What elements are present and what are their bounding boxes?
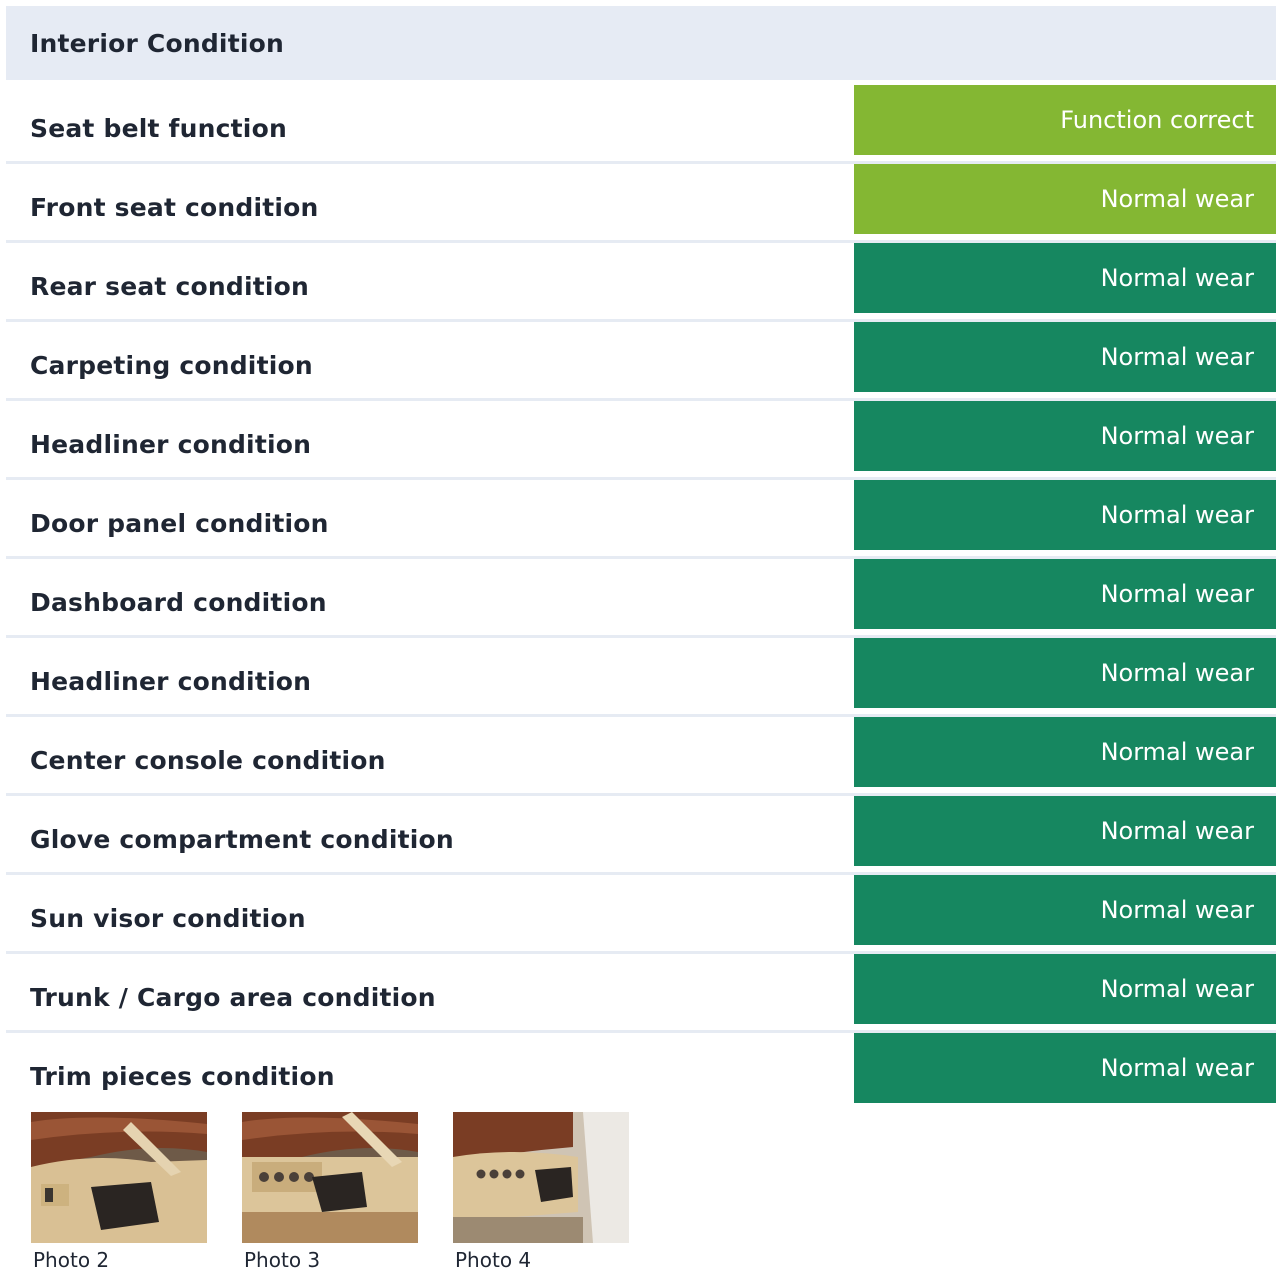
- condition-label: Sun visor condition: [30, 904, 306, 933]
- condition-status-badge: Normal wear: [854, 322, 1276, 392]
- photo-caption: Photo 3: [244, 1248, 321, 1272]
- condition-label: Trunk / Cargo area condition: [30, 983, 436, 1012]
- condition-row: Door panel condition Normal wear: [6, 480, 1276, 559]
- condition-row: Dashboard condition Normal wear: [6, 559, 1276, 638]
- condition-row: Rear seat condition Normal wear: [6, 243, 1276, 322]
- condition-row: Sun visor condition Normal wear: [6, 875, 1276, 954]
- photo-caption: Photo 4: [455, 1248, 532, 1272]
- condition-status-badge: Normal wear: [854, 559, 1276, 629]
- photo-thumbnail[interactable]: Photo 3: [242, 1112, 418, 1272]
- condition-status-badge: Normal wear: [854, 164, 1276, 234]
- condition-label: Front seat condition: [30, 193, 319, 222]
- condition-row: Headliner condition Normal wear: [6, 638, 1276, 717]
- photo-thumbnail[interactable]: Photo 4: [453, 1112, 629, 1272]
- condition-label: Dashboard condition: [30, 588, 327, 617]
- condition-label: Carpeting condition: [30, 351, 313, 380]
- condition-label: Rear seat condition: [30, 272, 310, 301]
- condition-status-badge: Normal wear: [854, 480, 1276, 550]
- condition-status-badge: Normal wear: [854, 243, 1276, 313]
- condition-status-badge: Normal wear: [854, 954, 1276, 1024]
- condition-row: Glove compartment condition Normal wear: [6, 796, 1276, 875]
- condition-status-badge: Function correct: [854, 85, 1276, 155]
- condition-row: Trunk / Cargo area condition Normal wear: [6, 954, 1276, 1033]
- photo-caption: Photo 2: [33, 1248, 110, 1272]
- condition-label: Headliner condition: [30, 667, 312, 696]
- condition-label: Door panel condition: [30, 509, 329, 538]
- section-title: Interior Condition: [30, 28, 284, 58]
- photo-thumbnail[interactable]: Photo 2: [31, 1112, 207, 1272]
- condition-row: Front seat condition Normal wear: [6, 164, 1276, 243]
- condition-row: Headliner condition Normal wear: [6, 401, 1276, 480]
- condition-label: Trim pieces condition: [30, 1062, 335, 1091]
- condition-list: Seat belt function Function correct Front …: [6, 85, 1276, 1109]
- photo-gallery: Photo 2 Photo 3 Photo 4: [31, 1112, 629, 1272]
- condition-status-badge: Normal wear: [854, 717, 1276, 787]
- condition-row: Carpeting condition Normal wear: [6, 322, 1276, 401]
- condition-label: Headliner condition: [30, 430, 312, 459]
- condition-status-badge: Normal wear: [854, 638, 1276, 708]
- condition-status-badge: Normal wear: [854, 796, 1276, 866]
- condition-label: Center console condition: [30, 746, 386, 775]
- condition-status-badge: Normal wear: [854, 1033, 1276, 1103]
- condition-row: Trim pieces condition Normal wear: [6, 1033, 1276, 1109]
- photo-image[interactable]: [31, 1112, 207, 1243]
- interior-condition-section: Interior Condition Seat belt function Fun…: [6, 6, 1276, 1109]
- photo-image[interactable]: [242, 1112, 418, 1243]
- condition-label: Seat belt function: [30, 114, 287, 143]
- photo-image[interactable]: [453, 1112, 629, 1243]
- condition-label: Glove compartment condition: [30, 825, 454, 854]
- condition-row: Center console condition Normal wear: [6, 717, 1276, 796]
- condition-row: Seat belt function Function correct: [6, 85, 1276, 164]
- section-header: Interior Condition: [6, 6, 1276, 80]
- condition-status-badge: Normal wear: [854, 875, 1276, 945]
- condition-status-badge: Normal wear: [854, 401, 1276, 471]
